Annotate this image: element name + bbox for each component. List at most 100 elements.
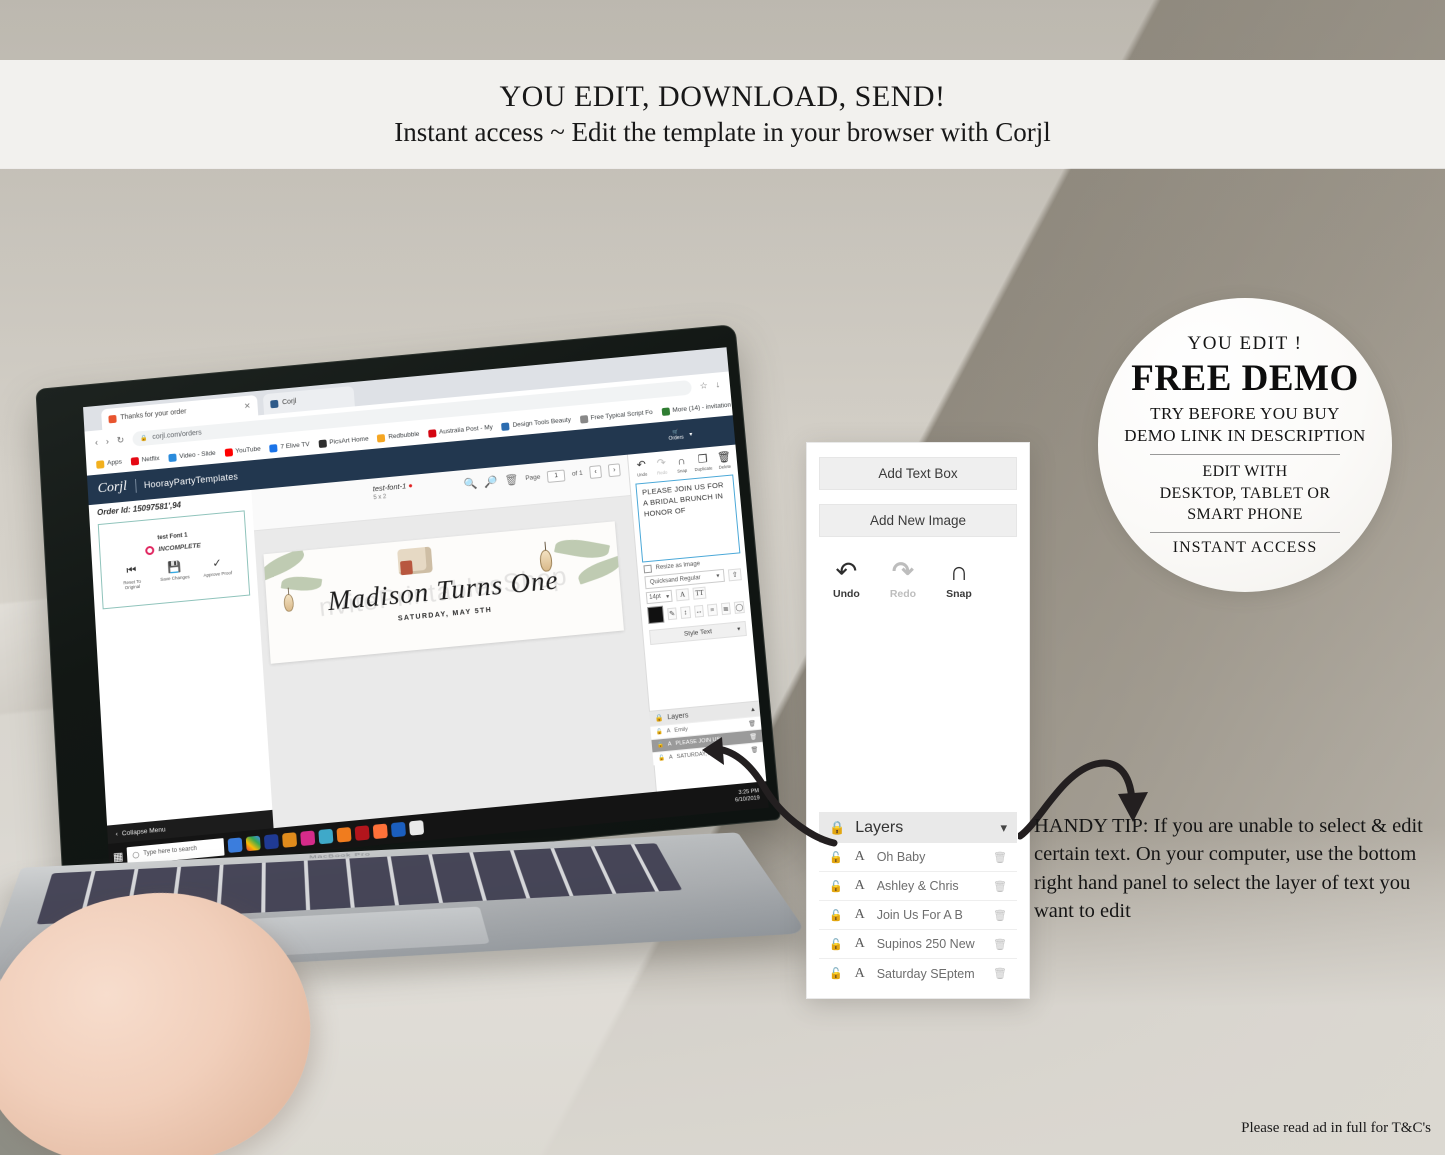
lock-icon: 🔒 — [654, 714, 664, 723]
text-edit-field[interactable]: PLEASE JOIN US FOR A BRIDAL BRUNCH IN HO… — [635, 474, 741, 563]
chrome-icon[interactable] — [246, 835, 262, 852]
curve-text-icon[interactable]: ◯ — [733, 600, 745, 614]
bookmark-item[interactable]: Apps — [96, 458, 122, 469]
reset-label: Reset To Original — [123, 578, 142, 591]
lock-icon[interactable]: 🔓 — [829, 909, 843, 922]
style-text-accordion[interactable]: Style Text ▾ — [649, 620, 747, 646]
lock-icon[interactable]: 🔓 — [656, 729, 663, 736]
layer-row[interactable]: 🔓 A Join Us For A B 🗑 — [819, 901, 1017, 930]
rail-snap-button[interactable]: ∩ Snap — [673, 455, 690, 474]
zoom-in-icon[interactable]: 🔍 — [463, 477, 477, 491]
lock-icon[interactable]: 🔓 — [829, 880, 843, 893]
next-page-button[interactable]: › — [607, 463, 621, 478]
line-height-icon[interactable]: ↕ — [680, 605, 691, 619]
template-card[interactable]: test Font 1 INCOMPLETE ⏮ Reset To Origin… — [97, 510, 251, 610]
zoom-out-icon[interactable]: 🔎 — [484, 475, 498, 489]
layer-row[interactable]: 🔓 A Oh Baby 🗑 — [819, 843, 1017, 872]
template-actions: ⏮ Reset To Original 💾 Save Changes ✓ App… — [116, 555, 233, 591]
lock-icon[interactable]: 🔓 — [657, 742, 664, 749]
acrobat-icon[interactable] — [355, 825, 371, 841]
download-icon[interactable]: ↓ — [715, 379, 720, 389]
reload-icon[interactable]: ↻ — [116, 434, 124, 445]
taskbar-app-icon[interactable] — [227, 837, 244, 853]
forward-icon[interactable]: › — [106, 436, 110, 446]
chevron-down-icon: ▾ — [665, 593, 670, 600]
rail-duplicate-button[interactable]: ❐ Duplicate — [693, 453, 712, 472]
bookmark-item[interactable]: Australia Post - My — [427, 423, 493, 438]
chevron-up-icon[interactable]: ▴ — [751, 705, 755, 713]
snap-button[interactable]: ∩ Snap — [946, 559, 972, 601]
trash-icon[interactable]: 🗑 — [504, 473, 519, 487]
invitation-artwork[interactable]: nvitePrintablesShop Madison Turns One SA… — [263, 521, 624, 664]
chevron-down-icon[interactable]: ▾ — [1000, 820, 1007, 836]
mail-icon[interactable] — [409, 820, 425, 836]
color-swatch[interactable] — [647, 605, 665, 625]
align-center-icon[interactable]: ≣ — [720, 601, 732, 615]
save-icon: 💾 — [167, 561, 182, 575]
eyedropper-icon[interactable]: ✎ — [666, 606, 678, 620]
star-icon[interactable]: ☆ — [699, 380, 708, 391]
undo-icon: ↶ — [835, 557, 858, 586]
taskbar-app-icon[interactable] — [318, 828, 334, 845]
text-layer-icon: A — [854, 936, 865, 951]
rail-redo-button[interactable]: ↷ Redo — [653, 457, 670, 476]
align-left-icon[interactable]: ≡ — [707, 603, 718, 616]
font-size-select[interactable]: 14pt ▾ — [645, 589, 673, 605]
trash-icon[interactable]: 🗑 — [993, 938, 1007, 951]
trash-icon[interactable]: 🗑 — [748, 720, 756, 728]
orders-label: Orders — [668, 434, 684, 442]
back-icon[interactable]: ‹ — [95, 437, 99, 447]
bookmark-item[interactable]: Netflix — [130, 455, 160, 466]
letter-spacing-icon[interactable]: ↔ — [693, 604, 705, 618]
taskbar-app-icon[interactable] — [391, 821, 407, 838]
firefox-icon[interactable] — [373, 823, 389, 840]
page-input[interactable]: 1 — [546, 468, 566, 483]
taskbar-app-icon[interactable] — [264, 833, 280, 850]
lock-icon[interactable]: 🔓 — [829, 851, 843, 864]
corjl-logo[interactable]: Corjl — [97, 479, 127, 497]
bookmark-item[interactable]: More (14) - invitation — [661, 401, 731, 416]
footer-note: Please read ad in full for T&C's — [1241, 1120, 1431, 1136]
bookmark-item[interactable]: Redbubble — [377, 430, 420, 443]
badge-divider — [1150, 454, 1340, 456]
windows-start-icon[interactable]: ▦ — [113, 849, 124, 863]
layers-title: Layers — [855, 818, 904, 836]
bookmark-item[interactable]: YouTube — [224, 445, 261, 457]
trash-icon[interactable]: 🗑 — [993, 851, 1007, 864]
bookmark-item[interactable]: Free Typical Script Fo — [579, 409, 653, 424]
rail-undo-button[interactable]: ↶ Undo — [633, 459, 650, 478]
taskbar-app-icon[interactable] — [282, 832, 298, 848]
bookmark-item[interactable]: Video - Slide — [168, 449, 216, 462]
rail-delete-button[interactable]: 🗑 Delete — [716, 451, 733, 470]
trash-icon[interactable]: 🗑 — [993, 967, 1007, 980]
chevron-down-icon[interactable]: ▾ — [689, 430, 692, 437]
close-icon[interactable]: ✕ — [244, 401, 251, 410]
lock-icon[interactable]: 🔓 — [829, 967, 843, 980]
bookmark-item[interactable]: Design Tools Beauty — [501, 416, 571, 431]
bookmark-item[interactable]: PicsArt Home — [318, 435, 369, 448]
add-text-box-button[interactable]: Add Text Box — [819, 457, 1017, 490]
taskbar-app-icon[interactable] — [336, 826, 352, 843]
add-new-image-button[interactable]: Add New Image — [819, 504, 1017, 537]
taskbar-app-icon[interactable] — [300, 830, 316, 847]
undo-button[interactable]: ↶ Undo — [833, 557, 860, 601]
bookmark-item[interactable]: 7 Elive TV — [269, 441, 310, 453]
save-changes-button[interactable]: 💾 Save Changes — [159, 559, 190, 587]
layer-row[interactable]: 🔓 A Supinos 250 New 🗑 — [819, 930, 1017, 959]
editor-canvas-area[interactable]: test-font-1 ● 5 x 2 🔍 🔎 🗑 Page 1 of 1 ‹ — [251, 454, 656, 829]
lock-icon[interactable]: 🔓 — [658, 755, 665, 762]
trash-icon[interactable]: 🗑 — [993, 880, 1007, 893]
layer-row[interactable]: 🔓 A Ashley & Chris 🗑 — [819, 872, 1017, 901]
lock-icon[interactable]: 🔓 — [829, 938, 843, 951]
approve-proof-button[interactable]: ✓ Approve Proof — [202, 555, 233, 583]
orders-button[interactable]: 🛒 Orders — [668, 429, 684, 442]
prev-page-button[interactable]: ‹ — [589, 465, 603, 479]
reset-to-original-button[interactable]: ⏮ Reset To Original — [116, 563, 147, 591]
font-upload-icon[interactable]: ⇧ — [727, 567, 742, 581]
layer-row[interactable]: 🔓 A Saturday SEptem 🗑 — [819, 959, 1017, 988]
text-color-icon[interactable]: A — [675, 588, 690, 602]
redo-button[interactable]: ↷ Redo — [890, 559, 916, 601]
text-transform-icon[interactable]: TT — [692, 586, 707, 600]
layers-header[interactable]: 🔒 Layers ▾ — [819, 812, 1017, 843]
trash-icon[interactable]: 🗑 — [993, 909, 1007, 922]
